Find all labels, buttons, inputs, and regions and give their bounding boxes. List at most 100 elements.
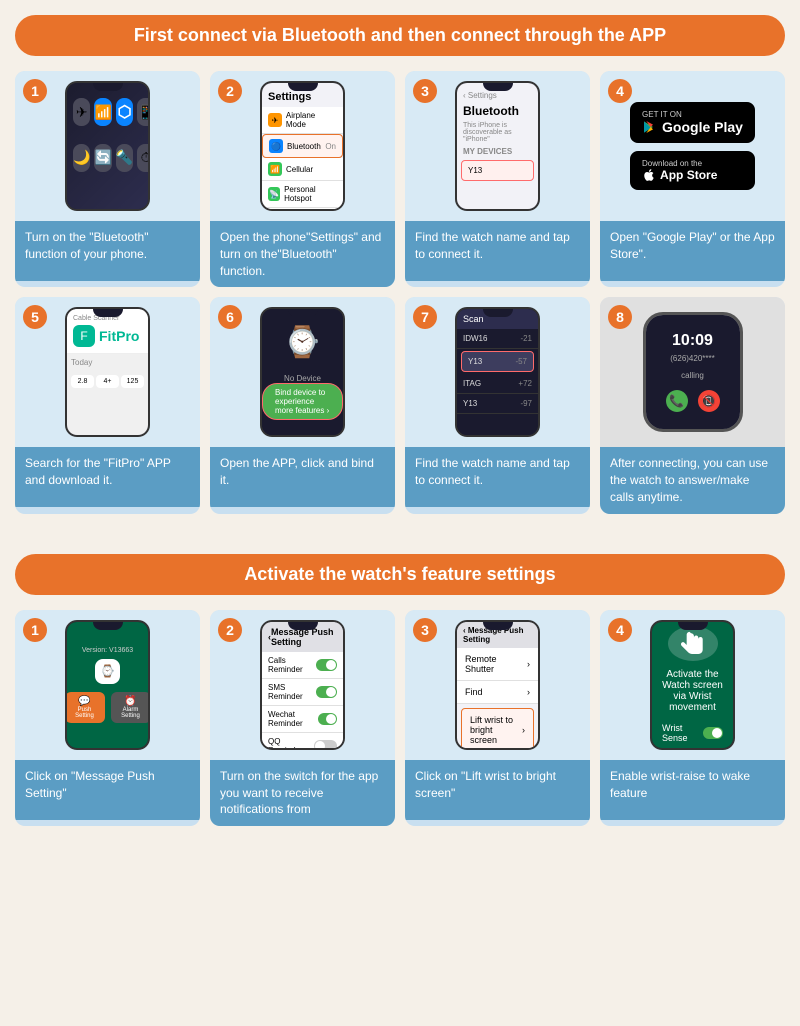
phone-mockup-7: Scan IDW16 -21 Y13 -57 ITAG +72	[455, 307, 540, 437]
alarm-setting-btn[interactable]: ⏰ Alarm Setting	[111, 692, 149, 723]
google-play-icon	[642, 119, 658, 135]
control-center: ✈ 📶 ⬡ 📱 🌙 🔄 🔦 ⏱	[67, 83, 148, 209]
wechat-reminder-toggle[interactable]	[318, 713, 337, 725]
step-2-number: 2	[218, 79, 242, 103]
step-3-number: 3	[413, 79, 437, 103]
step-s2-1-card: 1 Version: V13663 ⌚ 💬 Push Setting	[15, 610, 200, 826]
bind-content: ⌚ No Device Bind device to experience mo…	[262, 309, 343, 435]
wifi-icon: 📶	[94, 98, 111, 126]
fitpro-stat-3: 125	[121, 375, 144, 388]
msg-settings-content: ‹ Message Push Setting Calls Reminder SM…	[262, 622, 343, 748]
step-1-card: 1 ✈ 📶 ⬡ 📱 🌙 🔄 🔦 ⏱ Turn	[15, 71, 200, 287]
calls-reminder-label: Calls Reminder	[268, 656, 316, 674]
phone-notch-5	[93, 309, 123, 317]
app-store-small-text: Download on the	[642, 159, 702, 168]
bt-device-y13[interactable]: Y13	[461, 160, 534, 181]
wrist-sense-icon	[668, 626, 718, 661]
watch-answer-button[interactable]: 📞	[666, 390, 688, 412]
step-s2-4-desc: Enable wrist-raise to wake feature	[600, 760, 785, 820]
watch-caller: (626)420****	[670, 354, 714, 363]
step-s2-4-number: 4	[608, 618, 632, 642]
scan-device-y13-highlighted[interactable]: Y13 -57	[461, 351, 534, 372]
device-idw16-signal: -21	[520, 334, 532, 343]
calls-reminder-toggle[interactable]	[316, 659, 337, 671]
scan-device-itag: ITAG +72	[457, 374, 538, 394]
google-play-button[interactable]: GET IT ON Google Play	[630, 102, 755, 143]
hotspot-label: Personal Hotspot	[284, 185, 337, 203]
phone-mockup-3: ‹ Settings Bluetooth This iPhone is disc…	[455, 81, 540, 211]
phone-mockup-5: Cable Scanner F FitPro Today 2.8 4+ 125	[65, 307, 150, 437]
settings-title: Settings	[262, 91, 343, 107]
phone-notch-s2-2	[288, 622, 318, 630]
phone-notch-2	[288, 83, 318, 91]
sms-reminder-label: SMS Reminder	[268, 683, 316, 701]
step-s2-3-desc: Click on "Lift wrist to bright screen"	[405, 760, 590, 820]
phone-notch-3	[483, 83, 513, 91]
alarm-icon: ⏰	[124, 696, 136, 707]
lift-remote-shutter: Remote Shutter ›	[457, 648, 538, 681]
wrist-sense-toggle[interactable]	[703, 727, 723, 739]
no-device-text: No Device	[284, 374, 321, 383]
msg-settings-title: Message Push Setting	[271, 627, 337, 647]
step-7-desc: Find the watch name and tap to connect i…	[405, 447, 590, 507]
bind-screen: ⌚ No Device Bind device to experience mo…	[262, 309, 343, 435]
device-y13-name: Y13	[468, 357, 482, 366]
wrist-content: Activate the Watch screen via Wrist move…	[652, 622, 733, 748]
msg-push-setting-btn[interactable]: 💬 Push Setting	[67, 692, 105, 723]
msg-calls-reminder: Calls Reminder	[262, 652, 343, 679]
bt-my-devices: MY DEVICES	[457, 145, 538, 158]
device-y13-2-signal: -97	[520, 399, 532, 408]
scan-screen: Scan IDW16 -21 Y13 -57 ITAG +72	[457, 309, 538, 435]
msg-qq-reminder: QQ Reminder	[262, 733, 343, 748]
step-s2-1-number: 1	[23, 618, 47, 642]
fitpro-icon-row: F FitPro	[73, 325, 142, 347]
app-store-area: GET IT ON Google Play Download on the	[620, 92, 765, 200]
msg-settings-screen: ‹ Message Push Setting Calls Reminder SM…	[262, 622, 343, 748]
settings-hotspot: 📡 Personal Hotspot	[262, 181, 343, 208]
phone-mockup-s2-4: Activate the Watch screen via Wrist move…	[650, 620, 735, 750]
step-2-card: 2 Settings ✈ Airplane Mode 🔵 Bluetooth	[210, 71, 395, 287]
bluetooth-status: On	[325, 142, 336, 151]
msg-wechat-reminder: Wechat Reminder	[262, 706, 343, 733]
app-store-large-text: App Store	[642, 168, 717, 182]
bluetooth-label: Bluetooth	[287, 142, 321, 151]
step-s2-2-card: 2 ‹ Message Push Setting Calls Reminder	[210, 610, 395, 826]
app-store-button[interactable]: Download on the App Store	[630, 151, 755, 190]
device-y13-signal: -57	[515, 357, 527, 366]
step-s2-3-card: 3 ‹ Message Push Setting Remote Shutter …	[405, 610, 590, 826]
phone-mockup-s2-2: ‹ Message Push Setting Calls Reminder SM…	[260, 620, 345, 750]
msg-home-screen: Version: V13663 ⌚ 💬 Push Setting ⏰ Al	[67, 622, 148, 748]
fitpro-today-label: Today	[67, 354, 148, 371]
phone-mockup-6: ⌚ No Device Bind device to experience mo…	[260, 307, 345, 437]
phone-notch-7	[483, 309, 513, 317]
qq-reminder-toggle[interactable]	[314, 740, 337, 748]
airplane-settings-icon: ✈	[268, 113, 282, 127]
watch-decline-button[interactable]: 📵	[698, 390, 720, 412]
step-s2-3-number: 3	[413, 618, 437, 642]
sms-reminder-toggle[interactable]	[316, 686, 337, 698]
section-gap	[15, 534, 785, 554]
settings-content: Settings ✈ Airplane Mode 🔵 Bluetooth On …	[262, 83, 343, 209]
gp-text: Google Play	[662, 119, 743, 135]
fitpro-screen: Cable Scanner F FitPro Today 2.8 4+ 125	[67, 309, 148, 435]
cellular-label: Cellular	[286, 165, 313, 174]
phone-notch-s2-4	[678, 622, 708, 630]
watch-bind-icon: ⌚	[284, 325, 321, 360]
fitpro-stat-2: 4+	[96, 375, 119, 388]
step-s2-2-desc: Turn on the switch for the app you want …	[210, 760, 395, 826]
bind-device-button[interactable]: Bind device to experience more features …	[262, 383, 343, 420]
step-5-desc: Search for the "FitPro" APP and download…	[15, 447, 200, 507]
step-4-desc: Open "Google Play" or the App Store".	[600, 221, 785, 281]
phone-notch-s2-3	[483, 622, 513, 630]
bt-screen: ‹ Settings Bluetooth This iPhone is disc…	[457, 83, 538, 209]
hotspot-settings-icon: 📡	[268, 187, 280, 201]
step-4-number: 4	[608, 79, 632, 103]
wrist-sense-label: Wrist Sense	[662, 723, 703, 743]
phone-mockup-1: ✈ 📶 ⬡ 📱 🌙 🔄 🔦 ⏱	[65, 81, 150, 211]
bt-content: ‹ Settings Bluetooth This iPhone is disc…	[457, 83, 538, 209]
scan-content: Scan IDW16 -21 Y13 -57 ITAG +72	[457, 309, 538, 435]
wrist-raise-icon	[675, 626, 710, 661]
lift-wrist-label: Lift wrist to bright screen	[470, 715, 522, 745]
lift-wrist-highlighted[interactable]: Lift wrist to bright screen ›	[461, 708, 534, 748]
lift-find: Find ›	[457, 681, 538, 704]
